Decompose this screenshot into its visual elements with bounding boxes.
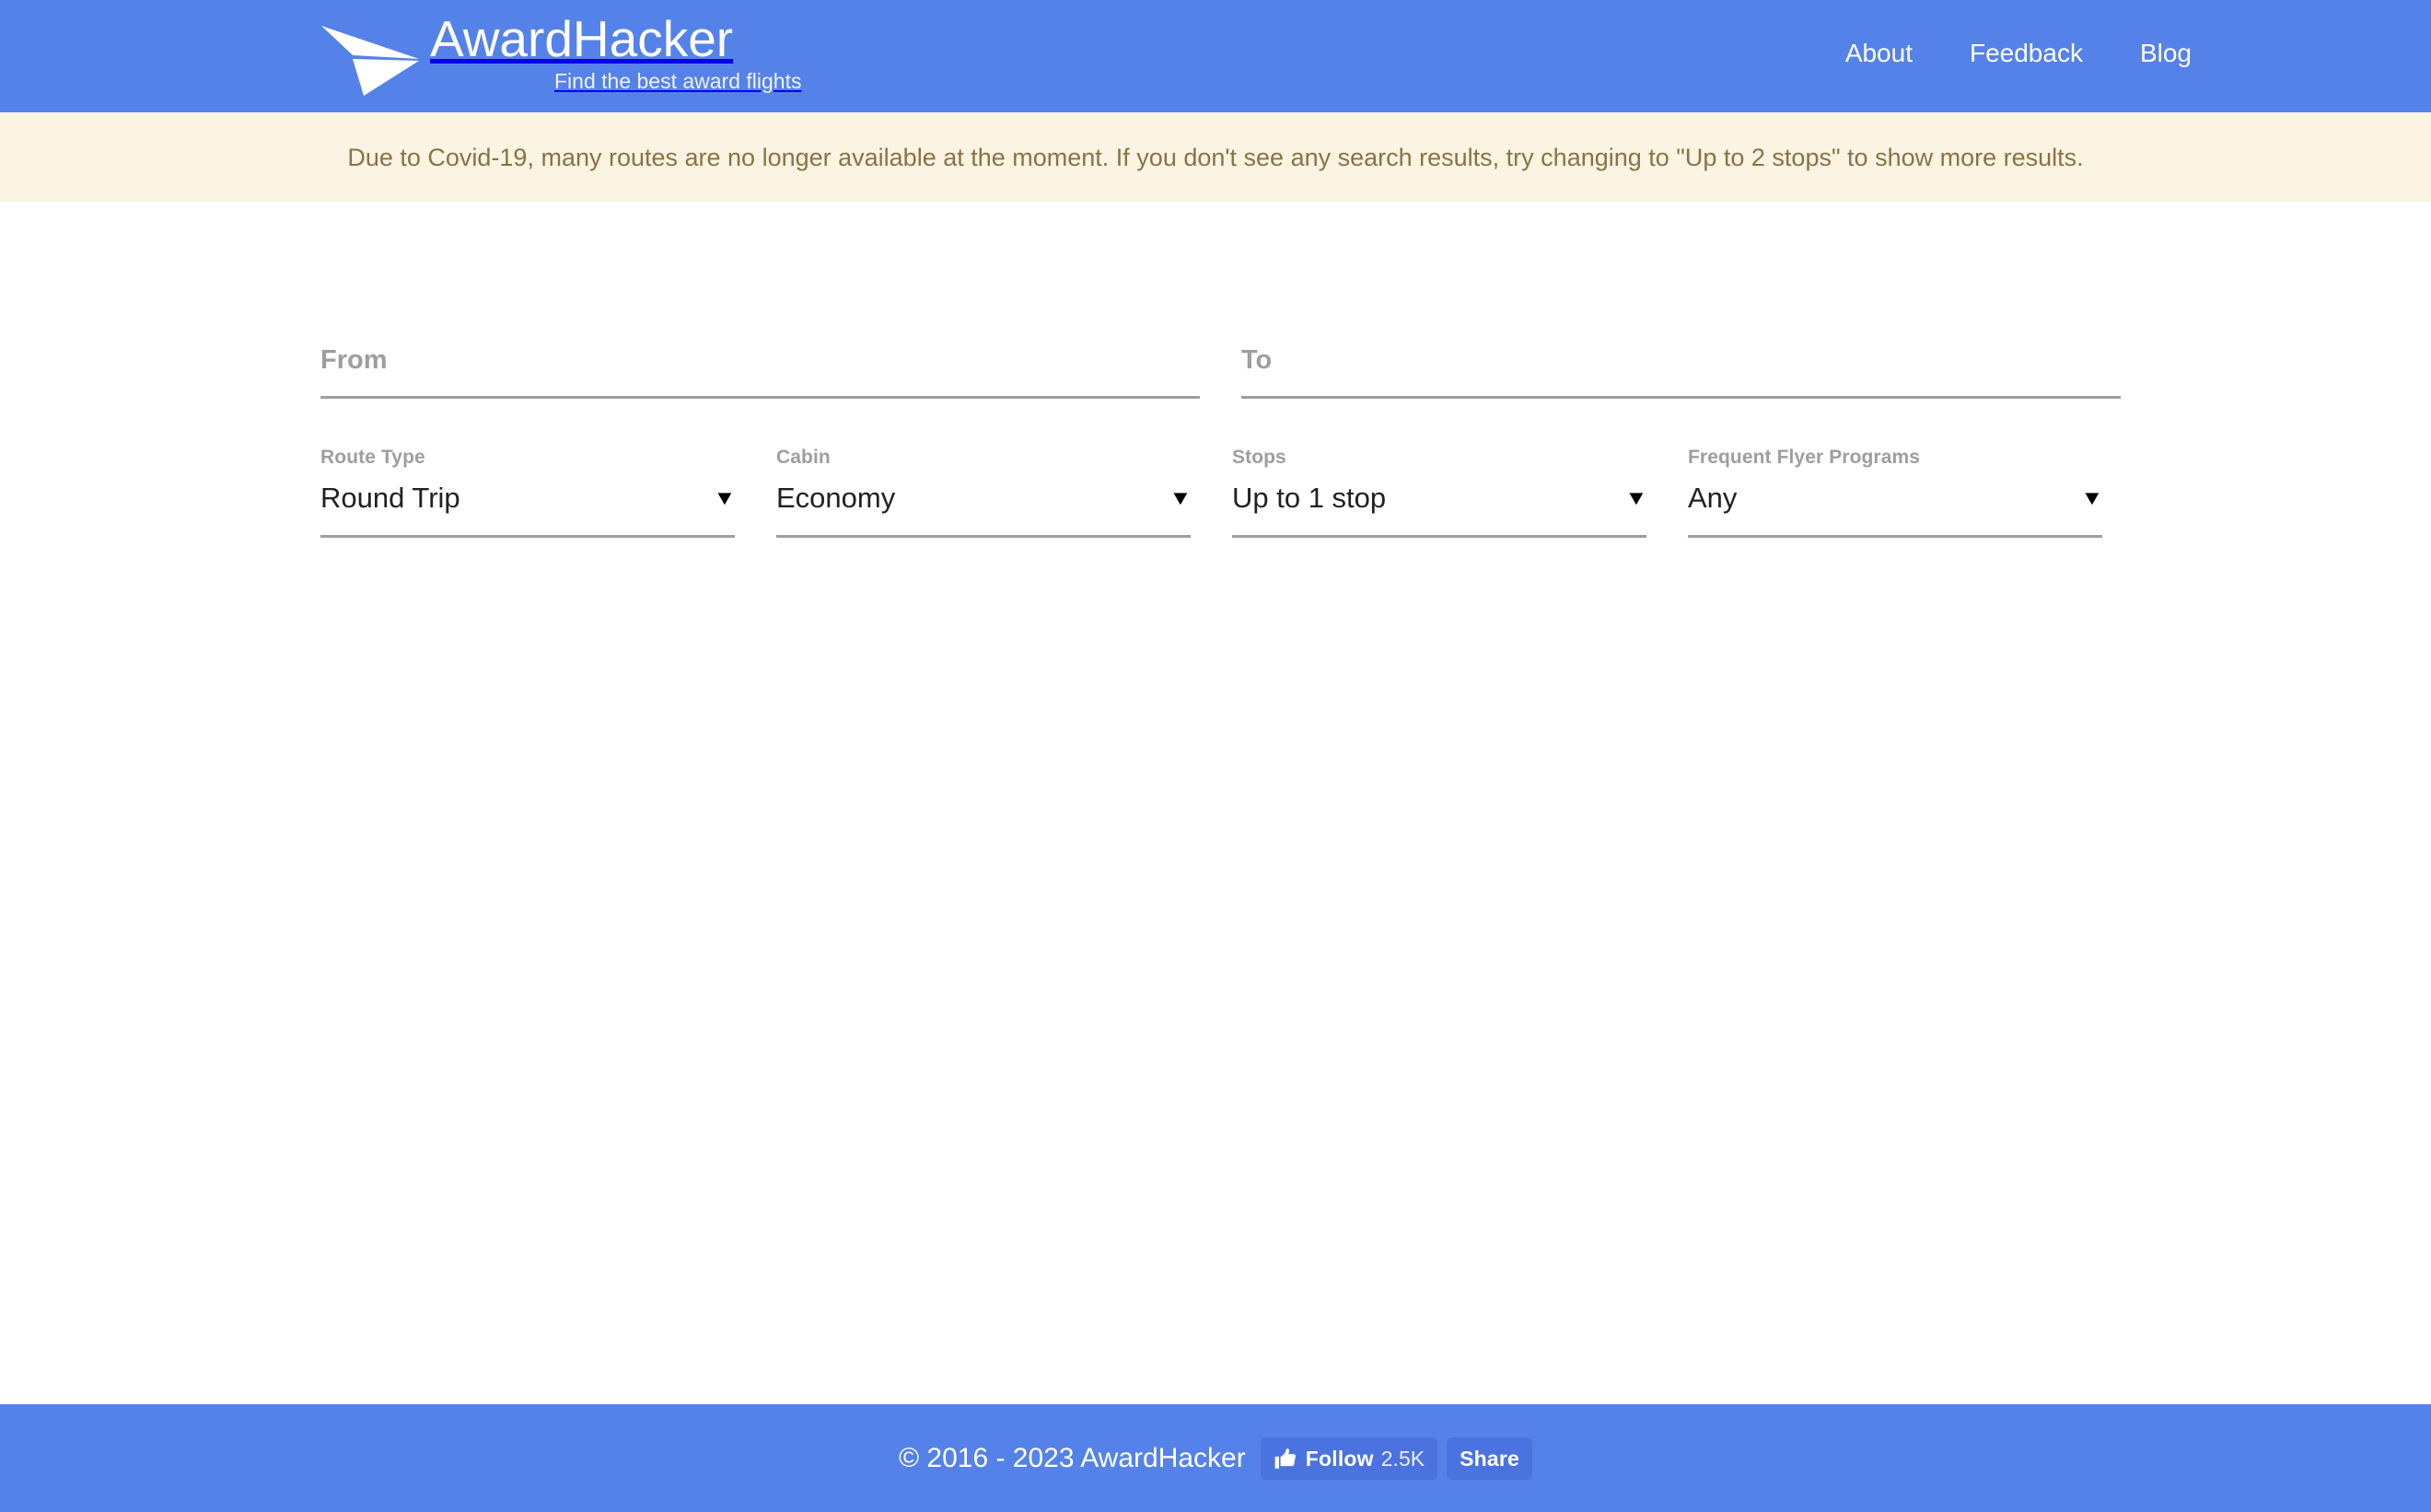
frequent-flyer-programs-field: Frequent Flyer Programs Any ▼ [1688, 446, 2104, 538]
chevron-down-icon: ▼ [2080, 486, 2104, 509]
nav-item-blog[interactable]: Blog [2140, 39, 2192, 68]
frequent-flyer-programs-value: Any [1688, 482, 1738, 514]
chevron-down-icon: ▼ [1624, 486, 1648, 509]
chevron-down-icon: ▼ [1169, 486, 1192, 509]
frequent-flyer-programs-label: Frequent Flyer Programs [1688, 447, 1921, 468]
to-input[interactable] [1241, 344, 2121, 396]
copyright-text: © 2016 - 2023 AwardHacker [898, 1442, 1246, 1473]
footer-content: © 2016 - 2023 AwardHacker Follow 2.5K Sh… [898, 1436, 1533, 1480]
site-footer: © 2016 - 2023 AwardHacker Follow 2.5K Sh… [0, 1404, 2431, 1512]
cabin-select[interactable]: Economy ▼ [776, 482, 1192, 538]
route-type-select[interactable]: Round Trip ▼ [320, 482, 737, 538]
covid-notice-text: Due to Covid-19, many routes are no long… [347, 143, 2084, 171]
facebook-follow-label: Follow [1305, 1446, 1374, 1471]
facebook-share-button[interactable]: Share [1447, 1436, 1533, 1480]
thumbs-up-icon [1274, 1448, 1296, 1469]
brand-text: AwardHacker Find the best award flights [430, 11, 801, 93]
facebook-social-widget: Follow 2.5K Share [1260, 1436, 1533, 1480]
frequent-flyer-programs-select[interactable]: Any ▼ [1688, 482, 2104, 538]
facebook-follow-count: 2.5K [1380, 1446, 1425, 1471]
stops-value: Up to 1 stop [1232, 482, 1387, 514]
search-options-row: Route Type Round Trip ▼ Cabin Economy ▼ … [320, 446, 2162, 538]
stops-label: Stops [1232, 447, 1286, 468]
origin-destination-row [320, 344, 2125, 399]
page-root: AwardHacker Find the best award flights … [0, 0, 2431, 1512]
brand-title: AwardHacker [430, 10, 734, 67]
nav-item-about[interactable]: About [1845, 39, 1913, 68]
cabin-field: Cabin Economy ▼ [776, 446, 1192, 538]
main-nav: About Feedback Blog [1845, 39, 2192, 68]
route-type-field: Route Type Round Trip ▼ [320, 446, 737, 538]
to-field [1241, 344, 2121, 399]
route-type-label: Route Type [320, 447, 425, 468]
cabin-label: Cabin [776, 447, 831, 468]
stops-select[interactable]: Up to 1 stop ▼ [1232, 482, 1648, 538]
facebook-share-label: Share [1460, 1446, 1520, 1471]
route-type-value: Round Trip [320, 482, 460, 514]
from-field [320, 344, 1200, 399]
from-input[interactable] [320, 344, 1200, 396]
paper-plane-icon [321, 26, 419, 96]
site-header: AwardHacker Find the best award flights … [0, 0, 2431, 112]
brand-logo-link[interactable]: AwardHacker Find the best award flights [318, 11, 801, 98]
facebook-follow-button[interactable]: Follow 2.5K [1260, 1436, 1438, 1480]
cabin-value: Economy [776, 482, 896, 514]
stops-field: Stops Up to 1 stop ▼ [1232, 446, 1648, 538]
covid-notice-banner: Due to Covid-19, many routes are no long… [0, 112, 2431, 202]
nav-item-feedback[interactable]: Feedback [1970, 39, 2083, 68]
chevron-down-icon: ▼ [713, 486, 737, 509]
brand-tagline: Find the best award flights [554, 69, 802, 93]
